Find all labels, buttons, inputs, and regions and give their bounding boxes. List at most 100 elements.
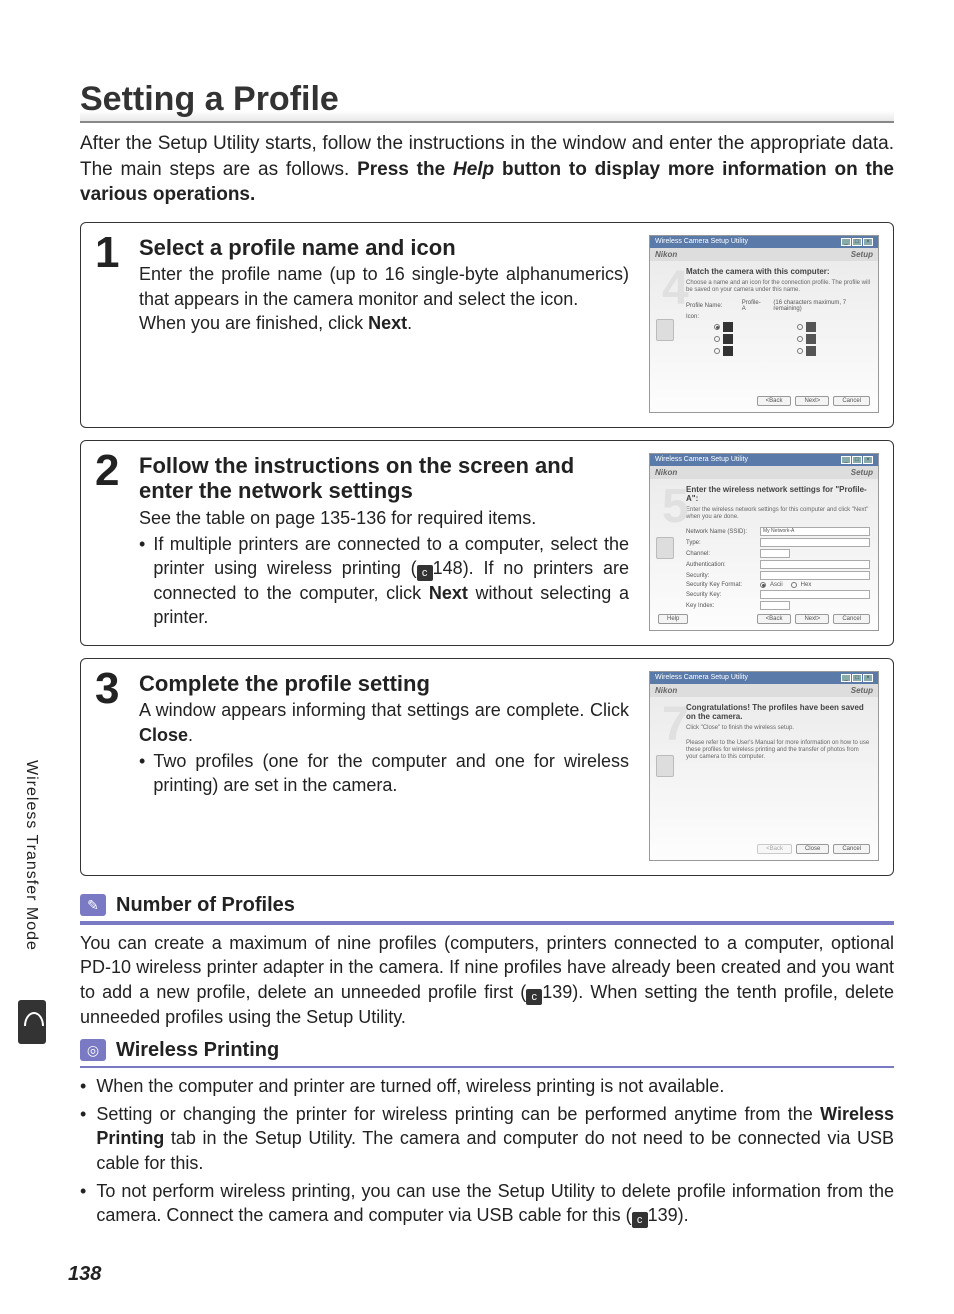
camera-icon <box>656 755 674 777</box>
channel-label: Channel: <box>686 551 756 557</box>
screenshot-1-sub: Choose a name and an icon for the connec… <box>686 280 870 294</box>
bullet-mark: • <box>139 749 145 798</box>
keyindex-select[interactable] <box>760 601 790 610</box>
printing-bullet-2-c: tab in the Setup Utility. The camera and… <box>96 1128 894 1172</box>
profile-name-hint: (16 characters maximum, 7 remaining) <box>773 300 870 312</box>
brand-right: Setup <box>851 468 873 477</box>
printing-bullet-1-text: When the computer and printer are turned… <box>96 1074 724 1098</box>
maximize-icon[interactable]: □ <box>852 238 862 246</box>
step-1-body-b-line: When you are finished, click Next. <box>139 311 629 335</box>
screenshot-1: Wireless Camera Setup Utility _□× Nikon … <box>649 235 879 413</box>
auth-label: Authentication: <box>686 562 756 568</box>
camera-icon <box>656 537 674 559</box>
step-1-title: Select a profile name and icon <box>139 235 629 260</box>
screenshot-2-sub: Enter the wireless network settings for … <box>686 507 870 521</box>
step-2-number: 2 <box>95 451 129 631</box>
icon-radio-3[interactable] <box>714 336 720 342</box>
maximize-icon[interactable]: □ <box>852 456 862 464</box>
screenshot-3-heading: Congratulations! The profiles have been … <box>686 703 870 721</box>
printing-bullet-3-a: To not perform wireless printing, you ca… <box>96 1181 894 1225</box>
screenshot-2-body: 5 Enter the wireless network settings fo… <box>650 479 878 609</box>
ascii-radio[interactable] <box>760 582 766 588</box>
brand-label: Nikon <box>655 686 677 695</box>
icon-radio-1[interactable] <box>714 324 720 330</box>
screenshot-3: Wireless Camera Setup Utility _□× Nikon … <box>649 671 879 861</box>
cancel-button[interactable]: Cancel <box>833 396 870 406</box>
window-controls: _□× <box>841 456 873 464</box>
note-profiles-body: You can create a maximum of nine profile… <box>80 931 894 1029</box>
icon-radio-2[interactable] <box>797 324 803 330</box>
step-1-body-b: When you are finished, click <box>139 313 368 333</box>
help-button[interactable]: Help <box>658 614 688 624</box>
screenshot-2-heading: Enter the wireless network settings for … <box>686 485 870 503</box>
step-2-content: Follow the instructions on the screen an… <box>139 453 639 631</box>
bullet-mark: • <box>80 1074 86 1098</box>
close-button[interactable]: Close <box>796 844 829 854</box>
next-button[interactable]: Next> <box>795 396 829 406</box>
screenshot-3-brandbar: Nikon Setup <box>650 684 878 697</box>
pencil-icon: ✎ <box>80 894 106 916</box>
step-3-content: Complete the profile setting A window ap… <box>139 671 639 861</box>
profile-name-label: Profile Name: <box>686 303 738 309</box>
screenshot-1-heading: Match the camera with this computer: <box>686 267 870 276</box>
icon-radio-4[interactable] <box>797 336 803 342</box>
icon-label: Icon: <box>686 314 741 320</box>
side-tab-icon <box>18 1000 46 1044</box>
note-profiles-header: ✎ Number of Profiles <box>80 894 894 925</box>
page-ref-icon: c <box>632 1212 648 1228</box>
type-select[interactable] <box>760 538 870 547</box>
icon-radio-6[interactable] <box>797 348 803 354</box>
back-button[interactable]: <Back <box>757 614 792 624</box>
profile-name-value[interactable]: Profile-A <box>742 300 764 312</box>
hex-radio[interactable] <box>791 582 797 588</box>
close-icon[interactable]: × <box>863 456 873 464</box>
minimize-icon[interactable]: _ <box>841 456 851 464</box>
camera-icon <box>656 319 674 341</box>
cancel-button[interactable]: Cancel <box>833 844 870 854</box>
auth-select[interactable] <box>760 560 870 569</box>
image-icon <box>723 346 733 356</box>
screenshot-2: Wireless Camera Setup Utility _□× Nikon … <box>649 453 879 631</box>
note-printing-title: Wireless Printing <box>116 1039 279 1062</box>
icon-radio-5[interactable] <box>714 348 720 354</box>
brand-label: Nikon <box>655 468 677 477</box>
close-icon[interactable]: × <box>863 674 873 682</box>
page-ref-icon: c <box>417 565 433 581</box>
step-3-number: 3 <box>95 669 129 861</box>
ssid-input[interactable]: My Network-A <box>760 527 870 536</box>
back-button[interactable]: <Back <box>757 396 792 406</box>
channel-select[interactable] <box>760 549 790 558</box>
step-3: 3 Complete the profile setting A window … <box>80 658 894 876</box>
cancel-button[interactable]: Cancel <box>833 614 870 624</box>
icon-picker[interactable] <box>714 322 870 356</box>
seckey-label: Security Key: <box>686 592 756 598</box>
next-button[interactable]: Next> <box>795 614 829 624</box>
keyformat-label: Security Key Format: <box>686 582 756 588</box>
window-controls: _□× <box>841 674 873 682</box>
step-3-body-a: A window appears informing that settings… <box>139 700 629 720</box>
printing-bullet-1: • When the computer and printer are turn… <box>80 1074 894 1098</box>
minimize-icon[interactable]: _ <box>841 238 851 246</box>
security-select[interactable] <box>760 571 870 580</box>
printing-bullet-2: • Setting or changing the printer for wi… <box>80 1102 894 1175</box>
screenshot-1-buttons: <Back Next> Cancel <box>757 396 870 406</box>
close-icon[interactable]: × <box>863 238 873 246</box>
security-label: Security: <box>686 573 756 579</box>
minimize-icon[interactable]: _ <box>841 674 851 682</box>
brand-label: Nikon <box>655 250 677 259</box>
ascii-label: Ascii <box>770 582 783 588</box>
building-icon <box>806 322 816 332</box>
step-1-body-a: Enter the profile name (up to 16 single-… <box>139 262 629 311</box>
screenshot-2-titlebar: Wireless Camera Setup Utility _□× <box>650 454 878 466</box>
printer-icon <box>806 334 816 344</box>
screenshot-3-titlebar: Wireless Camera Setup Utility _□× <box>650 672 878 684</box>
maximize-icon[interactable]: □ <box>852 674 862 682</box>
printing-bullet-3: • To not perform wireless printing, you … <box>80 1179 894 1228</box>
page-ref-icon: c <box>526 989 542 1005</box>
intro-paragraph: After the Setup Utility starts, follow t… <box>80 131 894 208</box>
seckey-input[interactable] <box>760 590 870 599</box>
printing-bullet-2-a: Setting or changing the printer for wire… <box>96 1104 820 1124</box>
step-3-body-c: . <box>188 725 193 745</box>
intro-c: Help <box>453 159 494 180</box>
note-profiles-title: Number of Profiles <box>116 894 295 917</box>
